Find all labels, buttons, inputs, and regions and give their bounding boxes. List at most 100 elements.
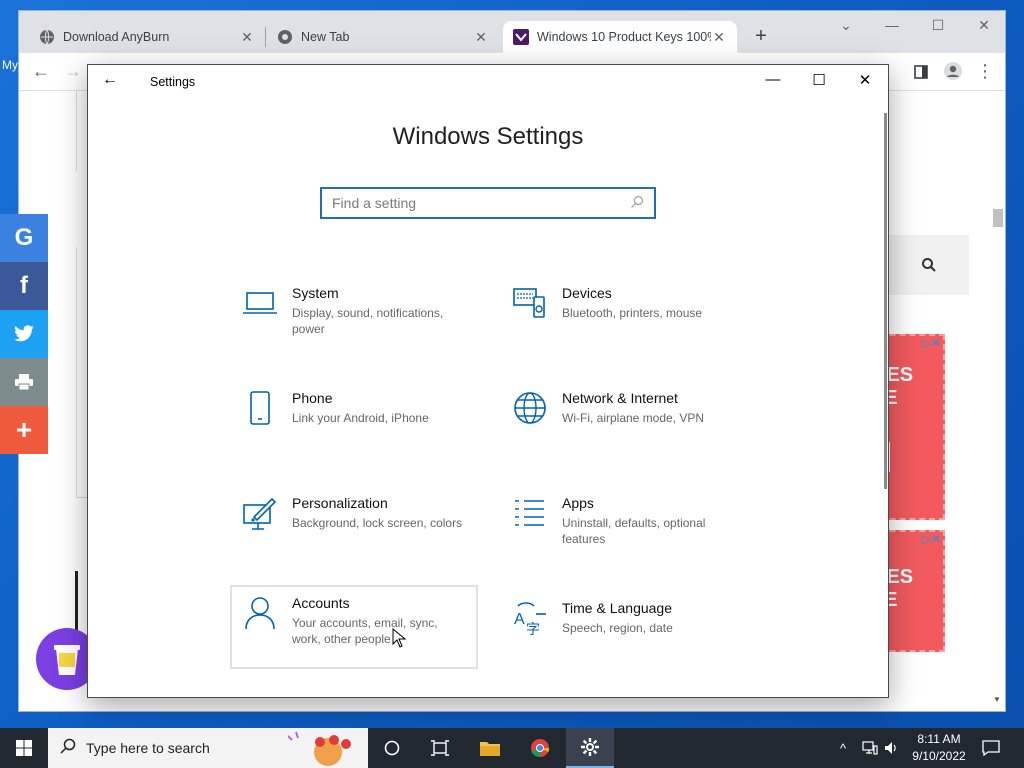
tile-description: Background, lock screen, colors xyxy=(292,516,463,530)
tile-name: Apps xyxy=(562,495,594,511)
search-icon xyxy=(60,738,76,759)
start-button[interactable] xyxy=(0,728,48,768)
file-explorer-button[interactable] xyxy=(466,728,514,768)
twitter-share-button[interactable] xyxy=(0,310,48,358)
network-icon[interactable] xyxy=(862,728,878,768)
coffee-cup-icon xyxy=(54,645,80,675)
globe-icon xyxy=(512,390,548,426)
chrome-taskbar-button[interactable] xyxy=(516,728,564,768)
tile-description: Bluetooth, printers, mouse xyxy=(562,306,703,320)
task-view-button[interactable] xyxy=(416,728,464,768)
taskbar-search-text: Type here to search xyxy=(86,740,210,756)
minimize-button[interactable]: — xyxy=(869,17,915,33)
settings-tile-system[interactable]: System Display, sound, notifications, po… xyxy=(232,277,480,361)
chrome-icon xyxy=(531,739,550,758)
sidebar-icon[interactable] xyxy=(909,63,933,84)
person-icon xyxy=(242,595,278,631)
site-search-box[interactable] xyxy=(889,235,969,295)
tile-name: Network & Internet xyxy=(562,390,678,406)
page-divider xyxy=(76,91,77,171)
search-icon xyxy=(922,258,936,272)
folder-icon xyxy=(480,742,500,756)
printer-icon xyxy=(15,374,33,391)
adchoices-icon[interactable]: ▷✕ xyxy=(922,336,941,350)
clock-date: 9/10/2022 xyxy=(912,749,966,763)
devices-icon xyxy=(512,285,548,321)
close-tab-icon[interactable]: ✕ xyxy=(239,29,255,46)
page-divider xyxy=(75,571,78,631)
task-view-icon xyxy=(431,740,449,756)
clock-time: 8:11 AM xyxy=(917,732,961,746)
print-button[interactable] xyxy=(0,358,48,406)
settings-tile-devices[interactable]: Devices Bluetooth, printers, mouse xyxy=(502,277,750,361)
settings-title: Settings xyxy=(150,75,196,89)
back-button[interactable]: ← xyxy=(29,61,53,82)
notification-icon xyxy=(982,740,1000,756)
notifications-button[interactable] xyxy=(982,728,1000,768)
settings-tile-time-language[interactable]: A字 Time & Language Speech, region, date xyxy=(502,592,750,676)
volume-icon[interactable] xyxy=(884,728,898,768)
taskbar: Type here to search ^ 8:11 AM 9/10/2022 xyxy=(0,728,1024,768)
settings-tile-apps[interactable]: Apps Uninstall, defaults, optional featu… xyxy=(502,487,750,571)
search-highlight-image xyxy=(287,730,364,766)
facebook-share-button[interactable]: f xyxy=(0,262,48,310)
settings-tile-network[interactable]: Network & Internet Wi-Fi, airplane mode,… xyxy=(502,382,750,466)
taskbar-search-box[interactable]: Type here to search xyxy=(48,728,368,768)
tile-description: Your accounts, email, sync, work, other … xyxy=(292,616,438,646)
twitter-bird-icon xyxy=(14,325,34,342)
gear-icon xyxy=(581,738,599,756)
tab-separator xyxy=(265,27,266,47)
maximize-button[interactable]: ☐ xyxy=(915,17,961,34)
forward-button[interactable]: → xyxy=(61,61,85,82)
tab-windows-10-product-keys[interactable]: Windows 10 Product Keys 100% ✕ xyxy=(503,21,737,53)
browser-menu-button[interactable]: ⋮ xyxy=(973,61,997,82)
site-logo-icon xyxy=(513,29,529,45)
tab-search-button[interactable]: ⌄ xyxy=(823,17,869,34)
tab-label: Windows 10 Product Keys 100% xyxy=(537,30,711,44)
more-share-button[interactable]: + xyxy=(0,406,48,454)
tile-name: Personalization xyxy=(292,495,388,511)
close-button[interactable]: ✕ xyxy=(961,17,1007,34)
settings-maximize-button[interactable]: ☐ xyxy=(796,71,842,89)
taskbar-clock[interactable]: 8:11 AM 9/10/2022 xyxy=(906,731,972,765)
tab-new-tab[interactable]: New Tab ✕ xyxy=(267,21,499,53)
settings-tile-personalization[interactable]: Personalization Background, lock screen,… xyxy=(232,487,480,571)
close-tab-icon[interactable]: ✕ xyxy=(711,29,727,46)
profile-avatar-icon[interactable] xyxy=(941,61,965,86)
scroll-down-arrow[interactable]: ▼ xyxy=(993,695,1001,704)
tab-download-anyburn[interactable]: Download AnyBurn ✕ xyxy=(29,21,265,53)
settings-scrollbar[interactable] xyxy=(884,113,887,489)
tile-name: Accounts xyxy=(292,595,350,611)
google-share-button[interactable]: G xyxy=(0,214,48,262)
chrome-icon xyxy=(277,29,293,45)
settings-tile-accounts[interactable]: Accounts Your accounts, email, sync, wor… xyxy=(230,585,478,669)
settings-search-box[interactable] xyxy=(320,187,656,219)
tab-label: Download AnyBurn xyxy=(63,30,170,44)
page-scrollbar-thumb[interactable] xyxy=(993,209,1003,227)
time-language-icon: A字 xyxy=(512,600,548,637)
page-divider xyxy=(76,247,77,497)
cortana-icon xyxy=(384,740,400,756)
tile-name: Phone xyxy=(292,390,333,406)
desktop-icon-label: My xyxy=(2,58,18,72)
close-tab-icon[interactable]: ✕ xyxy=(473,29,489,46)
tab-strip: Download AnyBurn ✕ New Tab ✕ Windows 10 … xyxy=(19,11,1005,53)
settings-close-button[interactable]: ✕ xyxy=(842,71,888,89)
tab-label: New Tab xyxy=(301,30,350,44)
settings-taskbar-button[interactable] xyxy=(566,728,614,768)
mouse-cursor-icon xyxy=(392,627,407,648)
task-view-cortana-button[interactable] xyxy=(368,728,416,768)
tile-description: Uninstall, defaults, optional features xyxy=(562,516,706,546)
tile-name: Devices xyxy=(562,285,612,301)
tile-description: Link your Android, iPhone xyxy=(292,411,429,425)
new-tab-button[interactable]: + xyxy=(749,25,773,48)
settings-minimize-button[interactable]: — xyxy=(750,71,796,88)
page-title: Windows Settings xyxy=(392,123,584,150)
windows-logo-icon xyxy=(16,740,32,756)
settings-tile-phone[interactable]: Phone Link your Android, iPhone xyxy=(232,382,480,466)
settings-back-button[interactable]: ← xyxy=(102,71,118,89)
tile-name: System xyxy=(292,285,339,301)
adchoices-icon[interactable]: ▷✕ xyxy=(922,532,941,546)
search-input[interactable] xyxy=(332,195,630,211)
show-hidden-icons-button[interactable]: ^ xyxy=(840,728,846,768)
